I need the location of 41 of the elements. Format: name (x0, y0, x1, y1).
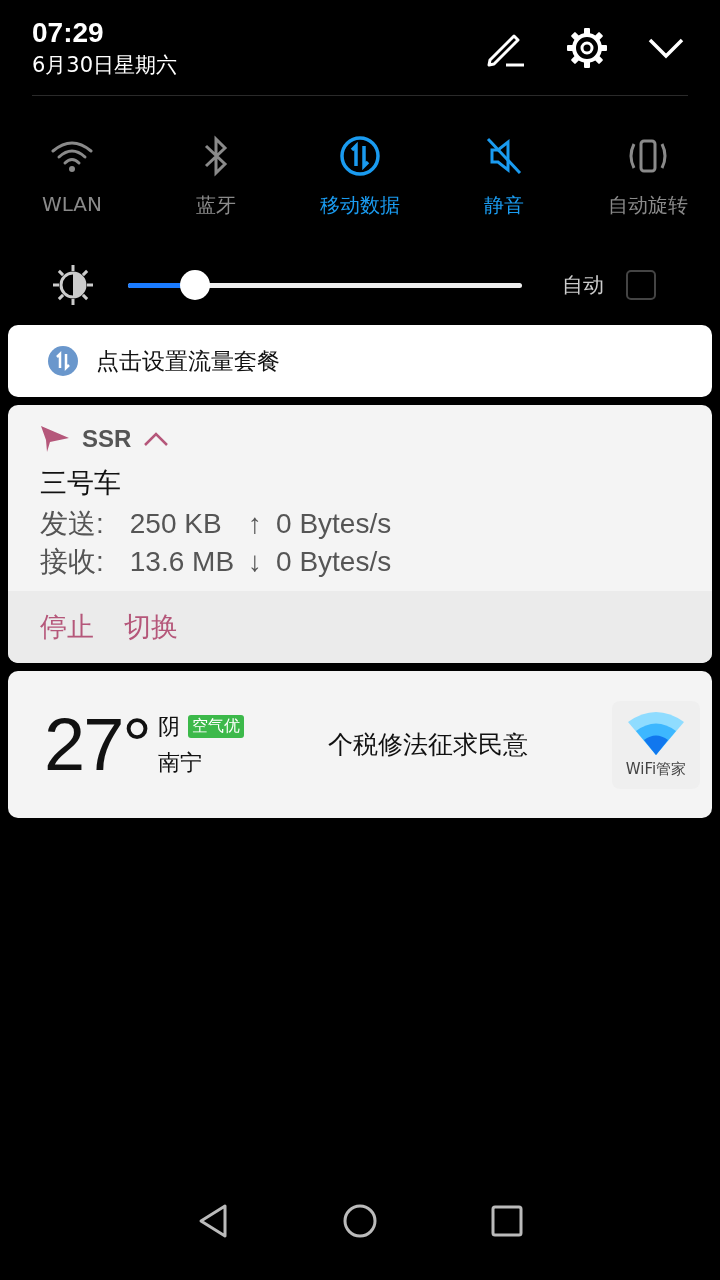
quick-toggle[interactable]: 移动数据 (290, 134, 430, 219)
stat-speed: 0 Bytes/s (276, 545, 392, 579)
settings-icon[interactable] (566, 26, 608, 69)
auto-label: 自动 (562, 272, 604, 299)
clock-time: 07:29 (32, 16, 105, 49)
quick-toggle[interactable]: WLAN (2, 134, 142, 219)
notification-title: 三号车 (40, 466, 122, 500)
stat-label: 发送: (40, 507, 104, 541)
action-button[interactable]: 停止 (32, 603, 102, 651)
stat-arrow: ↑ (248, 507, 263, 541)
mobile-data-icon (48, 346, 78, 376)
stat-amount: 250 KB (129, 507, 223, 541)
date-text: 6月30日星期六 (32, 51, 178, 79)
stat-label: 接收: (40, 545, 104, 579)
slider-thumb[interactable] (179, 270, 210, 300)
stat-amount: 13.6 MB (129, 545, 235, 579)
air-quality-badge: 空气优 (187, 715, 244, 738)
action-button[interactable]: 切换 (116, 603, 186, 651)
notification-text: 点击设置流量套餐 (96, 346, 280, 376)
news-headline: 个税修法征求民意 (326, 729, 529, 761)
quick-toggle[interactable]: 蓝牙 (146, 134, 286, 219)
city-name: 南宁 (157, 748, 203, 777)
collapse-chevron-icon[interactable] (648, 36, 684, 59)
notification-card[interactable]: 点击设置流量套餐 (8, 325, 712, 397)
chevron-icon[interactable] (143, 431, 170, 447)
recents-icon[interactable] (491, 1205, 523, 1237)
weather-condition: 阴 (157, 712, 180, 741)
brightness-icon (52, 264, 94, 306)
temperature: 27° (44, 702, 150, 787)
wifi-icon (627, 710, 685, 756)
paper-plane-icon (40, 425, 70, 453)
quick-toggle[interactable]: 静音 (434, 134, 574, 219)
back-icon[interactable] (197, 1203, 229, 1239)
quick-toggle[interactable]: 自动旋转 (578, 134, 718, 219)
mobile-data-icon (339, 134, 381, 178)
auto-checkbox[interactable] (626, 270, 656, 300)
stat-speed: 0 Bytes/s (276, 507, 392, 541)
app-name: SSR (82, 425, 132, 453)
home-icon[interactable] (343, 1204, 377, 1238)
app-tile[interactable]: WiFi管家 (612, 700, 700, 789)
stat-arrow: ↓ (248, 545, 263, 579)
